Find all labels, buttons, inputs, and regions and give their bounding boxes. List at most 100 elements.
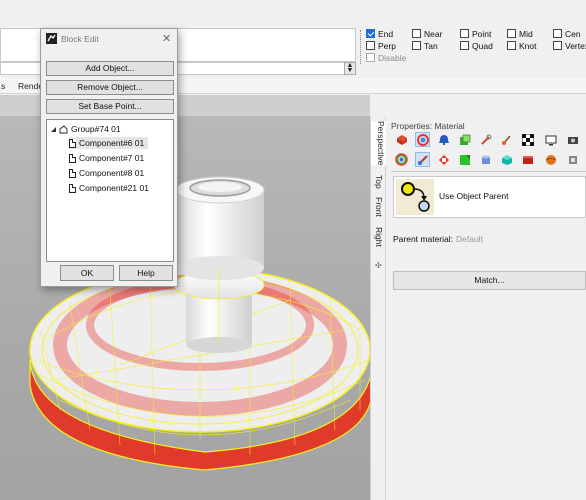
color-wheel-icon[interactable]	[394, 152, 409, 167]
checkbox-icon	[553, 29, 562, 38]
camera-icon[interactable]	[565, 132, 580, 147]
checkbox-icon	[366, 53, 375, 62]
osnap-label: Vertex	[565, 40, 586, 51]
cylinder-icon[interactable]	[478, 152, 493, 167]
tree-item-component-21[interactable]: Component#21 01	[69, 182, 149, 194]
checkbox-icon	[460, 29, 469, 38]
osnap-label: Point	[472, 28, 492, 39]
tab-partial[interactable]: s	[1, 81, 5, 91]
osnap-label: Perp	[378, 40, 396, 51]
red-box-icon[interactable]	[520, 152, 535, 167]
properties-toolbar-2	[391, 150, 586, 170]
tree-item-label: Component#8 01	[79, 168, 145, 178]
object-icon[interactable]	[394, 132, 409, 147]
osnap-near[interactable]: Near	[412, 28, 442, 39]
decal-icon[interactable]	[436, 152, 451, 167]
light-icon[interactable]	[436, 132, 451, 147]
tree-item-component-7[interactable]: Component#7 01	[69, 152, 144, 164]
object-parent-icon	[396, 179, 434, 215]
tab-front[interactable]: Front	[374, 197, 384, 217]
osnap-disable[interactable]: Disable	[366, 52, 406, 63]
expanded-arrow-icon[interactable]	[50, 126, 57, 133]
group-icon	[59, 124, 68, 133]
help-button[interactable]: Help	[119, 265, 173, 281]
use-object-parent-option[interactable]: Use Object Parent	[393, 176, 586, 218]
checkbox-icon	[507, 29, 516, 38]
cube-icon[interactable]	[499, 152, 514, 167]
osnap-label: Quad	[472, 40, 493, 51]
pin-icon[interactable]: ✣	[375, 261, 382, 270]
match-button[interactable]: Match...	[393, 271, 586, 290]
command-scroll-arrows[interactable]: ▲ ▼	[344, 62, 356, 75]
toolbar-divider	[360, 30, 361, 64]
brush-icon[interactable]	[499, 132, 514, 147]
component-icon	[69, 138, 76, 148]
component-icon	[69, 153, 76, 163]
checkbox-icon	[507, 41, 516, 50]
osnap-label: Tan	[424, 40, 438, 51]
tree-group-label: Group#74 01	[71, 124, 121, 134]
properties-title: Properties: Material	[391, 121, 465, 131]
osnap-label: Knot	[519, 40, 537, 51]
add-object-button[interactable]: Add Object...	[46, 61, 174, 76]
ball-icon[interactable]	[543, 152, 558, 167]
tree-item-label: Component#6 01	[79, 138, 145, 148]
component-icon	[69, 183, 76, 193]
monitor-icon[interactable]	[543, 132, 558, 147]
checkbox-icon	[553, 41, 562, 50]
osnap-knot[interactable]: Knot	[507, 40, 537, 51]
settings-icon[interactable]	[565, 152, 580, 167]
tree-item-component-8[interactable]: Component#8 01	[69, 167, 144, 179]
osnap-perp[interactable]: Perp	[366, 40, 396, 51]
osnap-label: Cen	[565, 28, 581, 39]
use-object-parent-label: Use Object Parent	[439, 191, 509, 201]
checker-icon[interactable]	[520, 132, 535, 147]
view-tabs: Perspective Top Front Right ✣	[370, 117, 386, 500]
tree-group-node[interactable]: Group#74 01	[50, 123, 121, 135]
parent-material-row: Parent material: Default	[393, 234, 483, 244]
osnap-cen[interactable]: Cen	[553, 28, 581, 39]
osnap-quad[interactable]: Quad	[460, 40, 493, 51]
divider	[391, 171, 586, 172]
texture-icon[interactable]	[457, 132, 472, 147]
osnap-label: Near	[424, 28, 443, 39]
tree-item-label: Component#21 01	[79, 183, 149, 193]
tab-perspective[interactable]: Perspective	[371, 121, 386, 166]
dialog-titlebar[interactable]: Block Edit ✕	[41, 29, 177, 49]
osnap-point[interactable]: Point	[460, 28, 491, 39]
block-edit-dialog: Block Edit ✕ Add Object... Remove Object…	[40, 28, 178, 287]
checkbox-checked-icon	[366, 29, 375, 38]
osnap-label: End	[378, 28, 394, 39]
block-tree[interactable]: Group#74 01 Component#6 01 Component#7 0…	[46, 119, 174, 262]
paint-brush-icon[interactable]	[415, 152, 430, 167]
rhino-icon	[46, 33, 57, 44]
remove-object-button[interactable]: Remove Object...	[46, 80, 174, 95]
tree-item-label: Component#7 01	[79, 153, 145, 163]
parent-material-value: Default	[456, 234, 483, 244]
close-icon[interactable]: ✕	[162, 32, 171, 45]
parent-material-label: Parent material:	[393, 234, 453, 244]
wrench-icon[interactable]	[478, 132, 493, 147]
checkbox-icon	[412, 41, 421, 50]
properties-panel: Properties: Material Use Object Parent P…	[387, 117, 586, 500]
ok-button[interactable]: OK	[60, 265, 114, 281]
osnap-vertex[interactable]: Vertex	[553, 40, 586, 51]
dialog-title: Block Edit	[61, 34, 99, 44]
tree-item-component-6[interactable]: Component#6 01	[69, 137, 149, 149]
osnap-tan[interactable]: Tan	[412, 40, 438, 51]
checkbox-icon	[412, 29, 421, 38]
properties-toolbar	[391, 131, 586, 149]
cap-object	[173, 176, 265, 353]
osnap-mid[interactable]: Mid	[507, 28, 533, 39]
checkbox-icon	[366, 41, 375, 50]
tab-right[interactable]: Right	[374, 227, 384, 247]
checkbox-icon	[460, 41, 469, 50]
green-square-icon[interactable]	[457, 152, 472, 167]
osnap-end[interactable]: End	[366, 28, 393, 39]
set-base-point-button[interactable]: Set Base Point...	[46, 99, 174, 114]
osnap-label: Mid	[519, 28, 533, 39]
component-icon	[69, 168, 76, 178]
osnap-label: Disable	[378, 52, 407, 63]
material-icon[interactable]	[415, 132, 430, 147]
tab-top[interactable]: Top	[374, 175, 384, 189]
